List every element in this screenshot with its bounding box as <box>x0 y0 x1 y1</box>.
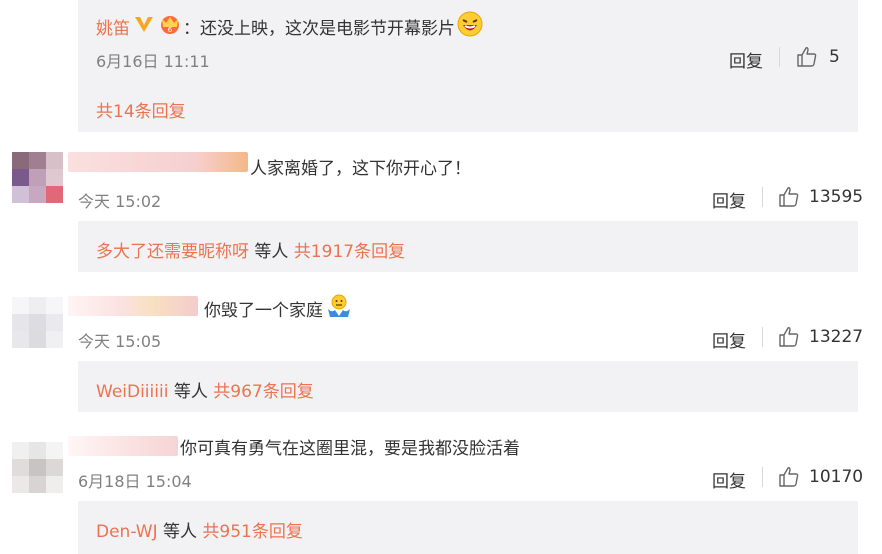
top-reply-total-link[interactable]: 共14条回复 <box>96 97 186 122</box>
reply-button[interactable]: 回复 <box>712 467 746 492</box>
top-reply-text: ：还没上映，这次是电影节开幕影片 <box>183 18 455 39</box>
total-replies-link[interactable]: 共1917条回复 <box>294 242 405 262</box>
reply-summary[interactable]: WeiDiiiiii 等人 共967条回复 <box>96 377 314 402</box>
member-crown-icon: 6 <box>157 13 183 40</box>
verified-v-icon <box>134 15 154 38</box>
top-reply-username[interactable]: 姚笛 <box>96 14 130 39</box>
avatar[interactable] <box>12 442 63 493</box>
like-count: 10170 <box>809 467 864 487</box>
like-thumb-icon[interactable] <box>778 466 800 488</box>
top-reply-like-count: 5 <box>829 47 840 67</box>
comment-time: 今天 15:02 <box>78 192 162 211</box>
top-reply-line: 姚笛 6 ：还没上映，这次是电影节开幕影片 <box>96 11 483 42</box>
replier-name[interactable]: Den-WJ <box>96 522 158 542</box>
replier-suffix: 等人 <box>163 522 197 542</box>
like-count: 13595 <box>809 187 864 207</box>
divider <box>762 327 763 347</box>
replier-name[interactable]: 多大了还需要昵称呀 <box>96 242 249 262</box>
avatar[interactable] <box>12 152 63 203</box>
top-reply-time: 6月16日 11:11 <box>96 52 210 71</box>
svg-text:6: 6 <box>168 26 173 34</box>
like-thumb-icon[interactable] <box>778 326 800 348</box>
divider <box>779 47 780 67</box>
reply-button[interactable]: 回复 <box>712 327 746 352</box>
blurred-username[interactable] <box>68 296 198 316</box>
replier-suffix: 等人 <box>254 242 289 262</box>
top-reply-reply-button[interactable]: 回复 <box>729 47 763 72</box>
comment-time: 今天 15:05 <box>78 332 162 351</box>
laughing-emoji-icon <box>457 11 483 42</box>
like-thumb-icon[interactable] <box>778 186 800 208</box>
like-count: 13227 <box>809 327 864 347</box>
shrug-emoji-icon <box>326 293 352 324</box>
divider <box>762 467 763 487</box>
blurred-username[interactable] <box>68 152 248 172</box>
blurred-username[interactable] <box>68 436 178 456</box>
comment-text: 你可真有勇气在这圈里混，要是我都没脸活着 <box>180 439 520 459</box>
reply-summary[interactable]: 多大了还需要昵称呀 等人 共1917条回复 <box>96 237 405 262</box>
comment-text: 你毁了一个家庭 <box>204 301 323 321</box>
divider <box>762 187 763 207</box>
total-replies-link[interactable]: 共967条回复 <box>213 382 313 402</box>
comment-time: 6月18日 15:04 <box>78 472 192 491</box>
comment-text: 人家离婚了，这下你开心了！ <box>250 159 471 179</box>
like-thumb-icon[interactable] <box>796 46 818 68</box>
reply-button[interactable]: 回复 <box>712 187 746 212</box>
reply-summary[interactable]: Den-WJ 等人 共951条回复 <box>96 517 303 542</box>
comment-text-line: 你毁了一个家庭 <box>204 293 352 324</box>
replier-suffix: 等人 <box>173 382 208 402</box>
avatar[interactable] <box>12 297 63 348</box>
replier-name[interactable]: WeiDiiiiii <box>96 382 168 402</box>
total-replies-link[interactable]: 共951条回复 <box>202 522 302 542</box>
